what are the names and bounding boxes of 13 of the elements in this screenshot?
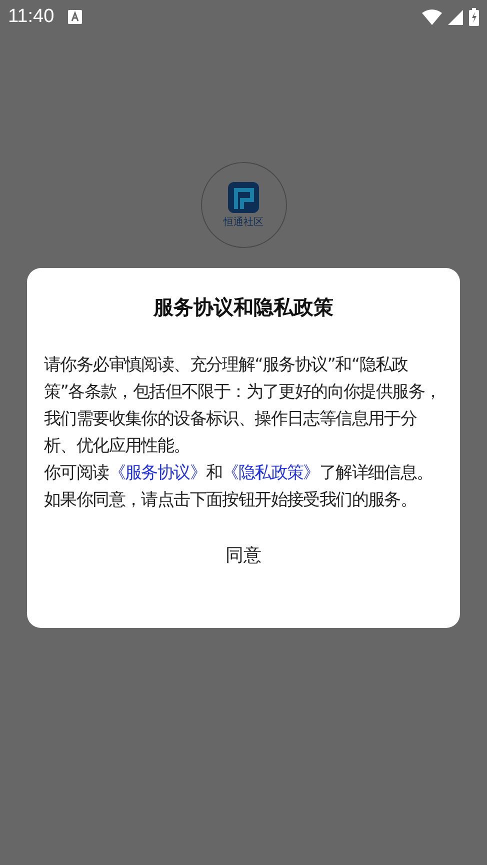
link[interactable]: 《隐私政策》 <box>222 462 320 482</box>
keyboard-icon <box>68 10 82 24</box>
paragraph: 请你务必审慎阅读、充分理解“服务协议”和“隐私政策”各条款，包括但不限于：为了更好的向你提供服务，我们需要收集你的设备标识、操作日志等信息用于分析、优化应用性能。 <box>44 353 442 457</box>
dialog-title: 服务协议和隐私政策 <box>152 294 334 321</box>
agree-button[interactable]: 同意 <box>216 539 272 571</box>
wifi-icon <box>422 9 442 25</box>
paragraph: 你可阅读《服务协议》和《隐私政策》了解详细信息。如果你同意，请点击下面按钮开始接受我们的服务。 <box>44 461 434 511</box>
signal-icon <box>448 10 463 24</box>
logo-caption: 恒通社区 <box>224 216 264 228</box>
logo-icon <box>228 182 259 212</box>
link[interactable]: 《服务协议》 <box>108 462 206 482</box>
battery-icon <box>469 8 479 26</box>
clock: 11:40 <box>8 6 54 28</box>
